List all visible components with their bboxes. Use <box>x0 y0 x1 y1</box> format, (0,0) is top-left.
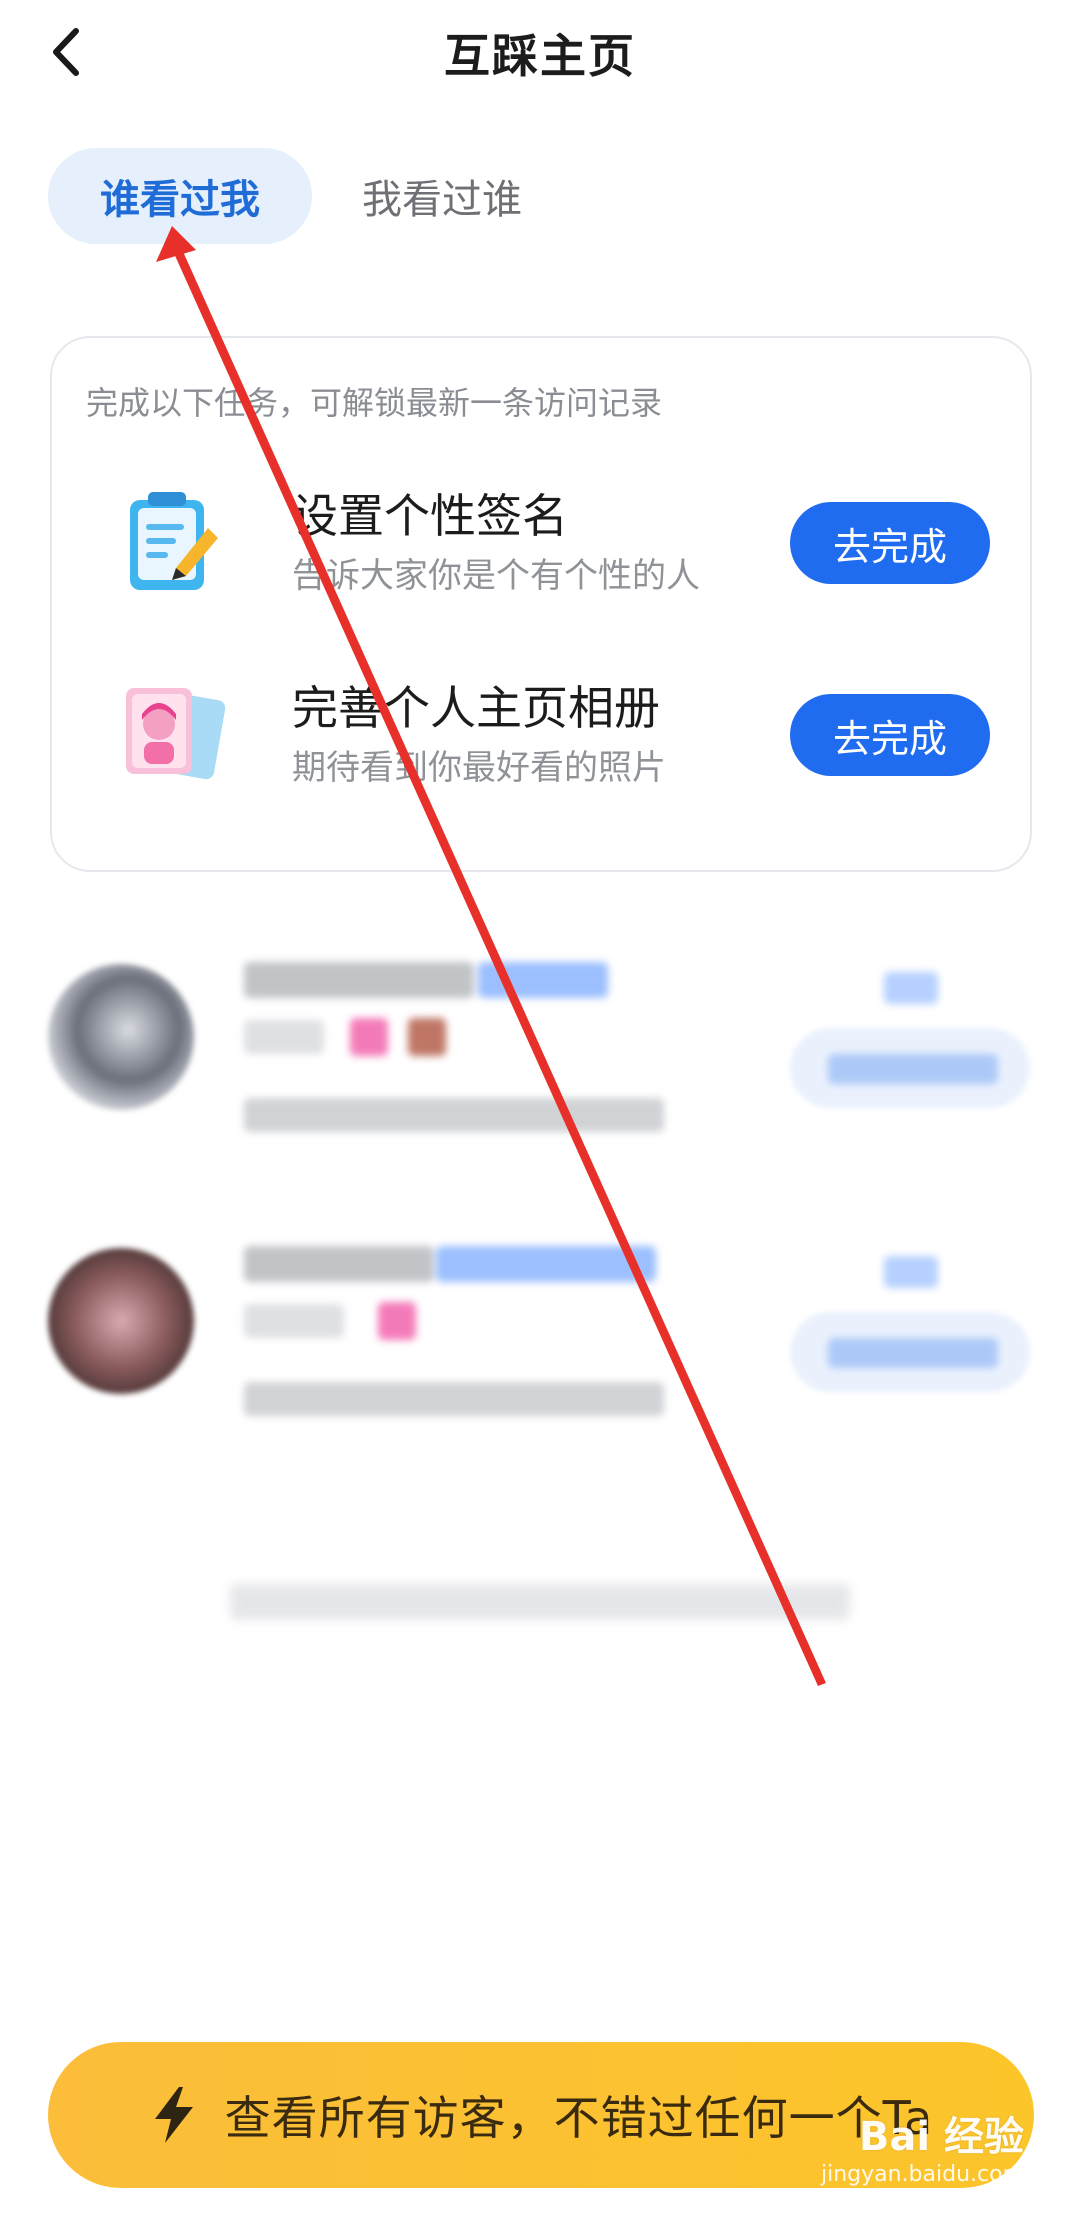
edit-note-icon <box>130 492 218 590</box>
visitor-link-blurred <box>478 962 608 998</box>
visitor-row[interactable] <box>0 954 1080 1134</box>
page-title: 互踩主页 <box>444 29 636 83</box>
task-title: 完善个人主页相册 <box>292 681 660 735</box>
pink-badge-icon <box>350 1018 388 1056</box>
visit-count-blurred <box>884 1256 938 1288</box>
visitor-name-blurred <box>244 962 474 998</box>
visit-time-blurred <box>244 1382 664 1416</box>
visitor-link-blurred <box>436 1246 656 1282</box>
list-footer-note-blurred <box>230 1584 850 1620</box>
watermark-url: jingyan.baidu.com <box>820 2162 1024 2187</box>
baidu-jingyan-watermark: Bai 经验 jingyan.baidu.com <box>821 2104 1024 2187</box>
visitor-row[interactable] <box>0 1238 1080 1418</box>
top-bar: 互踩主页 <box>0 0 1080 110</box>
visitor-name-blurred <box>244 1246 434 1282</box>
visitor-action-label-blurred <box>828 1338 998 1368</box>
avatar <box>48 964 194 1110</box>
lightning-icon <box>154 2087 193 2143</box>
task-subtitle: 告诉大家你是个有个性的人 <box>292 556 700 596</box>
tab-who-viewed-me[interactable]: 谁看过我 <box>48 148 312 244</box>
visit-time-blurred <box>244 1098 664 1132</box>
tab-who-i-viewed[interactable]: 我看过谁 <box>342 148 542 244</box>
complete-album-button[interactable]: 去完成 <box>790 694 990 776</box>
unlock-task-card: 完成以下任务，可解锁最新一条访问记录 设置个性签名 告诉大家你是个有个性的人 去… <box>50 336 1032 872</box>
complete-signature-button[interactable]: 去完成 <box>790 502 990 584</box>
card-tip: 完成以下任务，可解锁最新一条访问记录 <box>86 384 663 422</box>
tab-bar: 谁看过我 我看过谁 <box>48 148 542 244</box>
visitor-tag-blurred <box>244 1304 344 1338</box>
avatar <box>48 1248 194 1394</box>
visitor-tag-blurred <box>244 1020 324 1054</box>
task-title: 设置个性签名 <box>292 489 568 543</box>
brown-badge-icon <box>408 1018 446 1056</box>
pink-badge-icon <box>378 1302 416 1340</box>
visitor-action-label-blurred <box>828 1054 998 1084</box>
visit-count-blurred <box>884 972 938 1004</box>
watermark-main: Bai 经验 <box>858 2114 1024 2160</box>
task-item-signature: 设置个性签名 告诉大家你是个有个性的人 去完成 <box>52 478 1030 618</box>
task-subtitle: 期待看到你最好看的照片 <box>292 748 666 788</box>
photo-album-icon <box>126 688 226 780</box>
task-item-album: 完善个人主页相册 期待看到你最好看的照片 去完成 <box>52 670 1030 810</box>
